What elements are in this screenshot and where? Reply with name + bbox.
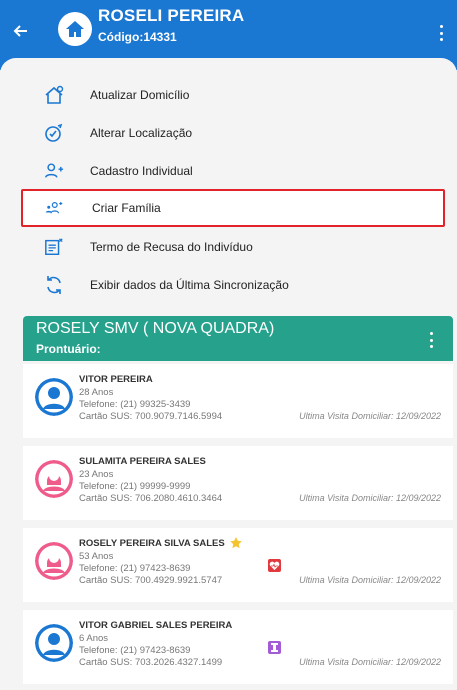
member-age: 28 Anos xyxy=(79,387,114,398)
household-code: Código:14331 xyxy=(98,30,177,44)
back-arrow-icon[interactable] xyxy=(10,20,32,42)
family-prontuario: Prontuário: xyxy=(36,342,101,356)
child-condition-icon xyxy=(268,641,281,654)
house-edit-icon xyxy=(24,80,64,110)
member-sus-card: Cartão SUS: 700.4929.9921.5747 xyxy=(79,575,223,586)
member-age: 23 Anos xyxy=(79,469,114,480)
document-refuse-icon xyxy=(24,232,64,262)
member-name: SULAMITA PEREIRA SALES xyxy=(79,456,206,467)
family-more-icon[interactable] xyxy=(428,332,434,348)
menu-item-label: Termo de Recusa do Indivíduo xyxy=(90,240,253,254)
member-phone: Telefone: (21) 97423-8639 xyxy=(79,563,191,574)
member-name: VITOR GABRIEL SALES PEREIRA xyxy=(79,620,233,631)
menu-item-cadastro-individual[interactable]: Cadastro Individual xyxy=(24,152,448,190)
menu-item-atualizar-domicilio[interactable]: Atualizar Domicílio xyxy=(24,76,448,114)
menu-item-exibir-sincronizacao[interactable]: Exibir dados da Última Sincronização xyxy=(24,266,448,304)
person-add-icon xyxy=(24,156,64,186)
menu-item-label: Criar Família xyxy=(92,201,161,215)
member-card[interactable]: SULAMITA PEREIRA SALES 23 Anos Telefone:… xyxy=(23,446,453,520)
member-last-visit: Ultima Visita Domiciliar: 12/09/2022 xyxy=(299,575,441,585)
member-card[interactable]: VITOR PEREIRA 28 Anos Telefone: (21) 993… xyxy=(23,364,453,438)
female-avatar-icon xyxy=(35,542,73,580)
family-header: ROSELY SMV ( NOVA QUADRA) Prontuário: xyxy=(23,316,453,361)
female-avatar-icon xyxy=(35,460,73,498)
more-options-icon[interactable] xyxy=(436,22,446,44)
member-last-visit: Ultima Visita Domiciliar: 12/09/2022 xyxy=(299,657,441,667)
member-sus-card: Cartão SUS: 706.2080.4610.3464 xyxy=(79,493,223,504)
menu-item-label: Exibir dados da Última Sincronização xyxy=(90,278,289,292)
menu-item-label: Cadastro Individual xyxy=(90,164,193,178)
member-card[interactable]: VITOR GABRIEL SALES PEREIRA 6 Anos Telef… xyxy=(23,610,453,684)
member-age: 53 Anos xyxy=(79,551,114,562)
member-name: ROSELY PEREIRA SILVA SALES xyxy=(79,538,225,549)
member-last-visit: Ultima Visita Domiciliar: 12/09/2022 xyxy=(299,411,441,421)
male-avatar-icon xyxy=(35,624,73,662)
member-age: 6 Anos xyxy=(79,633,109,644)
member-phone: Telefone: (21) 99999-9999 xyxy=(79,481,191,492)
menu-item-label: Alterar Localização xyxy=(90,126,193,140)
sync-icon xyxy=(24,270,64,300)
heart-condition-icon xyxy=(268,559,281,572)
family-title: ROSELY SMV ( NOVA QUADRA) xyxy=(36,320,275,337)
male-avatar-icon xyxy=(35,378,73,416)
home-icon xyxy=(58,12,92,46)
menu-item-label: Atualizar Domicílio xyxy=(90,88,190,102)
menu-item-termo-recusa[interactable]: Termo de Recusa do Indivíduo xyxy=(24,228,448,266)
member-phone: Telefone: (21) 97423-8639 xyxy=(79,645,191,656)
member-sus-card: Cartão SUS: 703.2026.4327.1499 xyxy=(79,657,223,668)
location-edit-icon xyxy=(24,118,64,148)
star-icon xyxy=(230,537,242,549)
member-sus-card: Cartão SUS: 700.9079.7146.5994 xyxy=(79,411,223,422)
household-name: ROSELI PEREIRA xyxy=(98,6,245,25)
menu-item-criar-familia[interactable]: Criar Família xyxy=(21,189,445,227)
member-card[interactable]: ROSELY PEREIRA SILVA SALES 53 Anos Telef… xyxy=(23,528,453,602)
group-add-icon xyxy=(23,193,63,223)
member-phone: Telefone: (21) 99325-3439 xyxy=(79,399,191,410)
member-last-visit: Ultima Visita Domiciliar: 12/09/2022 xyxy=(299,493,441,503)
member-name: VITOR PEREIRA xyxy=(79,374,153,385)
menu-item-alterar-localizacao[interactable]: Alterar Localização xyxy=(24,114,448,152)
